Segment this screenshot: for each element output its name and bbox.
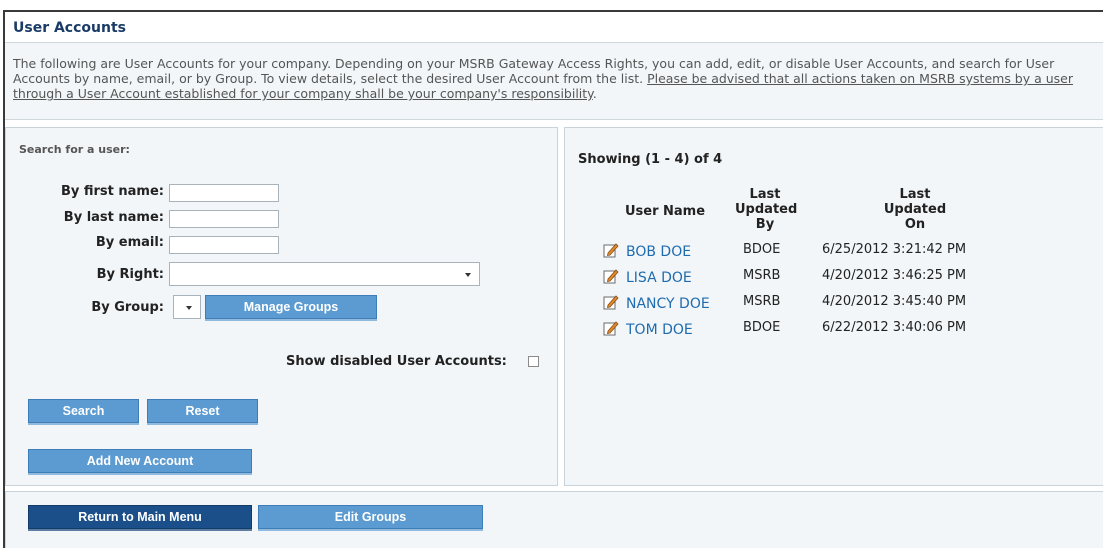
header-line: Updated [883, 202, 947, 217]
show-disabled-checkbox[interactable] [528, 356, 539, 367]
last-name-label: By last name: [63, 210, 164, 225]
reset-button[interactable]: Reset [147, 399, 258, 423]
column-header-last-updated-by: Last Updated By [735, 187, 798, 232]
column-header-user-name: User Name [624, 204, 706, 219]
search-heading: Search for a user: [19, 143, 130, 156]
updated-by-cell: BDOE [743, 242, 781, 257]
user-name-link[interactable]: NANCY DOE [626, 296, 710, 312]
right-label: By Right: [96, 267, 164, 282]
user-name-link[interactable]: TOM DOE [626, 322, 693, 338]
reset-button-label: Reset [185, 404, 220, 418]
updated-on-cell: 6/22/2012 3:40:06 PM [822, 320, 967, 335]
updated-by-cell: MSRB [743, 294, 781, 309]
updated-by-cell: MSRB [743, 268, 781, 283]
intro-paragraph: The following are User Accounts for your… [13, 56, 1095, 101]
edit-pencil-icon[interactable] [603, 242, 619, 258]
return-button-label: Return to Main Menu [78, 510, 202, 524]
manage-groups-label: Manage Groups [243, 300, 339, 314]
search-panel: Search for a user: By first name: By las… [5, 127, 558, 486]
show-disabled-label: Show disabled User Accounts: [286, 354, 507, 369]
manage-groups-button[interactable]: Manage Groups [205, 295, 377, 319]
edit-pencil-icon[interactable] [603, 320, 619, 336]
footer-panel: Return to Main Menu Edit Groups [5, 491, 1103, 548]
edit-pencil-icon[interactable] [603, 268, 619, 284]
first-name-input[interactable] [169, 184, 279, 202]
updated-on-cell: 4/20/2012 3:45:40 PM [822, 294, 967, 309]
email-label: By email: [95, 235, 164, 250]
header-line: Last [899, 187, 931, 202]
updated-by-cell: BDOE [743, 320, 781, 335]
first-name-label: By first name: [60, 184, 164, 199]
table-row: TOM DOE BDOE 6/22/2012 3:40:06 PM [565, 317, 1095, 343]
header-line: Updated [735, 202, 798, 217]
intro-tail: . [592, 86, 597, 101]
user-name-link[interactable]: BOB DOE [626, 244, 691, 260]
add-new-account-label: Add New Account [86, 454, 194, 468]
search-button-label: Search [62, 404, 105, 418]
edit-groups-label: Edit Groups [334, 510, 407, 524]
title-bar: User Accounts [5, 12, 1103, 43]
return-to-main-menu-button[interactable]: Return to Main Menu [28, 505, 252, 529]
page-title: User Accounts [13, 20, 126, 36]
table-row: NANCY DOE MSRB 4/20/2012 3:45:40 PM [565, 291, 1095, 317]
header-line: By [755, 217, 775, 232]
right-select[interactable] [169, 262, 480, 286]
results-panel: Showing (1 - 4) of 4 User Name Last Upda… [564, 127, 1103, 486]
edit-groups-button[interactable]: Edit Groups [258, 505, 483, 529]
last-name-input[interactable] [169, 210, 279, 228]
table-row: LISA DOE MSRB 4/20/2012 3:46:25 PM [565, 265, 1095, 291]
chevron-down-icon [465, 273, 471, 277]
add-new-account-button[interactable]: Add New Account [28, 449, 252, 473]
edit-pencil-icon[interactable] [603, 294, 619, 310]
email-input[interactable] [169, 236, 279, 254]
header-line: Last [749, 187, 781, 202]
chevron-down-icon [186, 306, 192, 310]
search-button[interactable]: Search [28, 399, 139, 423]
updated-on-cell: 4/20/2012 3:46:25 PM [822, 268, 967, 283]
header-line: On [904, 217, 926, 232]
updated-on-cell: 6/25/2012 3:21:42 PM [822, 242, 967, 257]
user-name-link[interactable]: LISA DOE [626, 270, 692, 286]
results-count: Showing (1 - 4) of 4 [578, 152, 723, 167]
column-header-last-updated-on: Last Updated On [875, 187, 955, 232]
group-label: By Group: [91, 300, 164, 315]
intro-section: The following are User Accounts for your… [5, 43, 1103, 120]
group-select[interactable] [173, 295, 201, 319]
table-row: BOB DOE BDOE 6/25/2012 3:21:42 PM [565, 239, 1095, 265]
